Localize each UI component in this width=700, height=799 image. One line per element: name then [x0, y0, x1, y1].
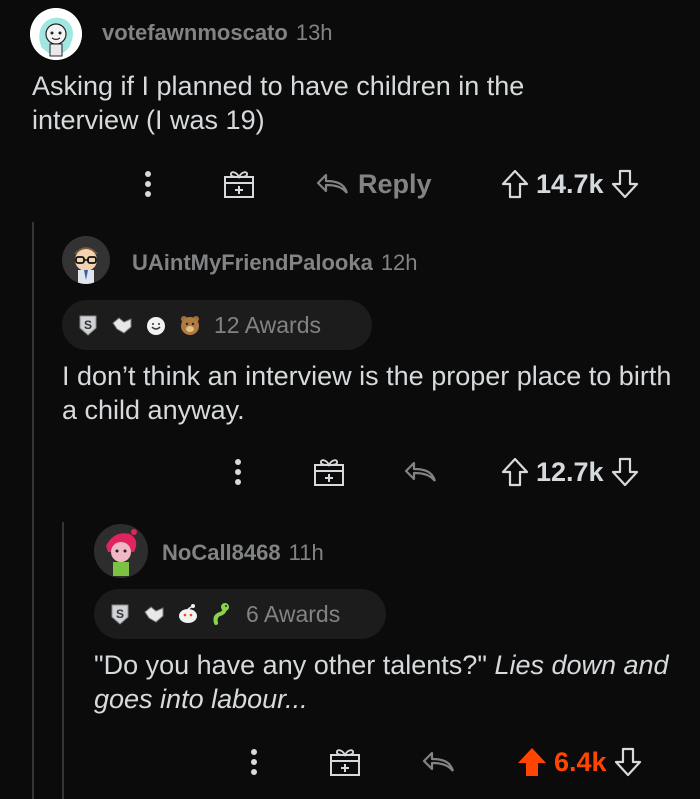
downvote-arrow-icon[interactable] — [610, 168, 640, 200]
awards-count: 6 Awards — [246, 600, 341, 627]
timestamp: 11h — [288, 540, 324, 565]
downvote-arrow-icon[interactable] — [613, 746, 643, 778]
comment-body: Asking if I planned to have children in … — [32, 71, 525, 135]
username[interactable]: NoCall8468 — [162, 540, 281, 566]
user-avatar[interactable] — [94, 524, 148, 578]
more-options-icon[interactable] — [138, 164, 158, 204]
timestamp: 12h — [380, 250, 418, 275]
timestamp: 13h — [295, 20, 333, 45]
reply-button[interactable] — [422, 742, 456, 782]
comment-body-quote: "Do you have any other talents?" — [94, 650, 487, 680]
vote-controls: 12.7k — [500, 452, 640, 492]
reply-arrow-icon — [422, 751, 455, 772]
user-avatar[interactable] — [62, 236, 110, 284]
reply-button[interactable]: Reply — [316, 164, 432, 204]
handshake-award-icon — [142, 602, 166, 626]
more-options-icon[interactable] — [228, 452, 248, 492]
bear-award-icon — [178, 313, 202, 337]
comment-actions: 6.4k — [0, 742, 700, 782]
downvote-arrow-icon[interactable] — [610, 456, 640, 488]
upvote-arrow-icon[interactable] — [500, 168, 530, 200]
snoo-award-icon — [176, 602, 200, 626]
reply-arrow-icon — [316, 173, 349, 194]
handshake-award-icon — [110, 313, 134, 337]
score: 6.4k — [554, 746, 607, 777]
username[interactable]: votefawnmoscato — [102, 20, 288, 46]
silver-award-icon: S — [76, 313, 100, 337]
comment-actions: 12.7k — [0, 452, 700, 492]
reply-arrow-icon — [404, 461, 437, 482]
upvote-arrow-icon[interactable] — [500, 456, 530, 488]
awards-pill[interactable]: S 6 Awards — [94, 589, 386, 639]
svg-text:S: S — [116, 607, 124, 621]
awards-count: 12 Awards — [214, 311, 321, 338]
reply-label: Reply — [358, 168, 432, 199]
snake-award-icon — [210, 602, 234, 626]
reply-button[interactable] — [404, 452, 438, 492]
username[interactable]: UAintMyFriendPalooka — [132, 250, 373, 276]
comment-actions: Reply 14.7k — [0, 164, 700, 204]
vote-controls: 6.4k — [516, 742, 643, 782]
award-gift-icon[interactable] — [222, 164, 258, 204]
award-gift-icon[interactable] — [312, 452, 348, 492]
silver-award-icon: S — [108, 602, 132, 626]
comment-meta: votefawnmoscato 13h — [102, 20, 333, 46]
thread-line-level-1[interactable] — [32, 222, 34, 799]
comment-body: I don’t think an interview is the proper… — [62, 361, 672, 425]
svg-text:S: S — [84, 318, 92, 332]
awards-pill[interactable]: S 12 Awards — [62, 300, 372, 350]
vote-controls: 14.7k — [500, 164, 640, 204]
score: 12.7k — [536, 456, 604, 487]
comment-meta: NoCall8468 11h — [162, 540, 324, 566]
score: 14.7k — [536, 168, 604, 199]
user-avatar[interactable] — [30, 8, 82, 60]
wholesome-award-icon — [144, 313, 168, 337]
comment-meta: UAintMyFriendPalooka 12h — [132, 250, 418, 276]
comment-body: "Do you have any other talents?" Lies do… — [94, 648, 684, 716]
more-options-icon[interactable] — [244, 742, 264, 782]
upvote-arrow-icon[interactable] — [516, 746, 548, 778]
award-gift-icon[interactable] — [328, 742, 364, 782]
